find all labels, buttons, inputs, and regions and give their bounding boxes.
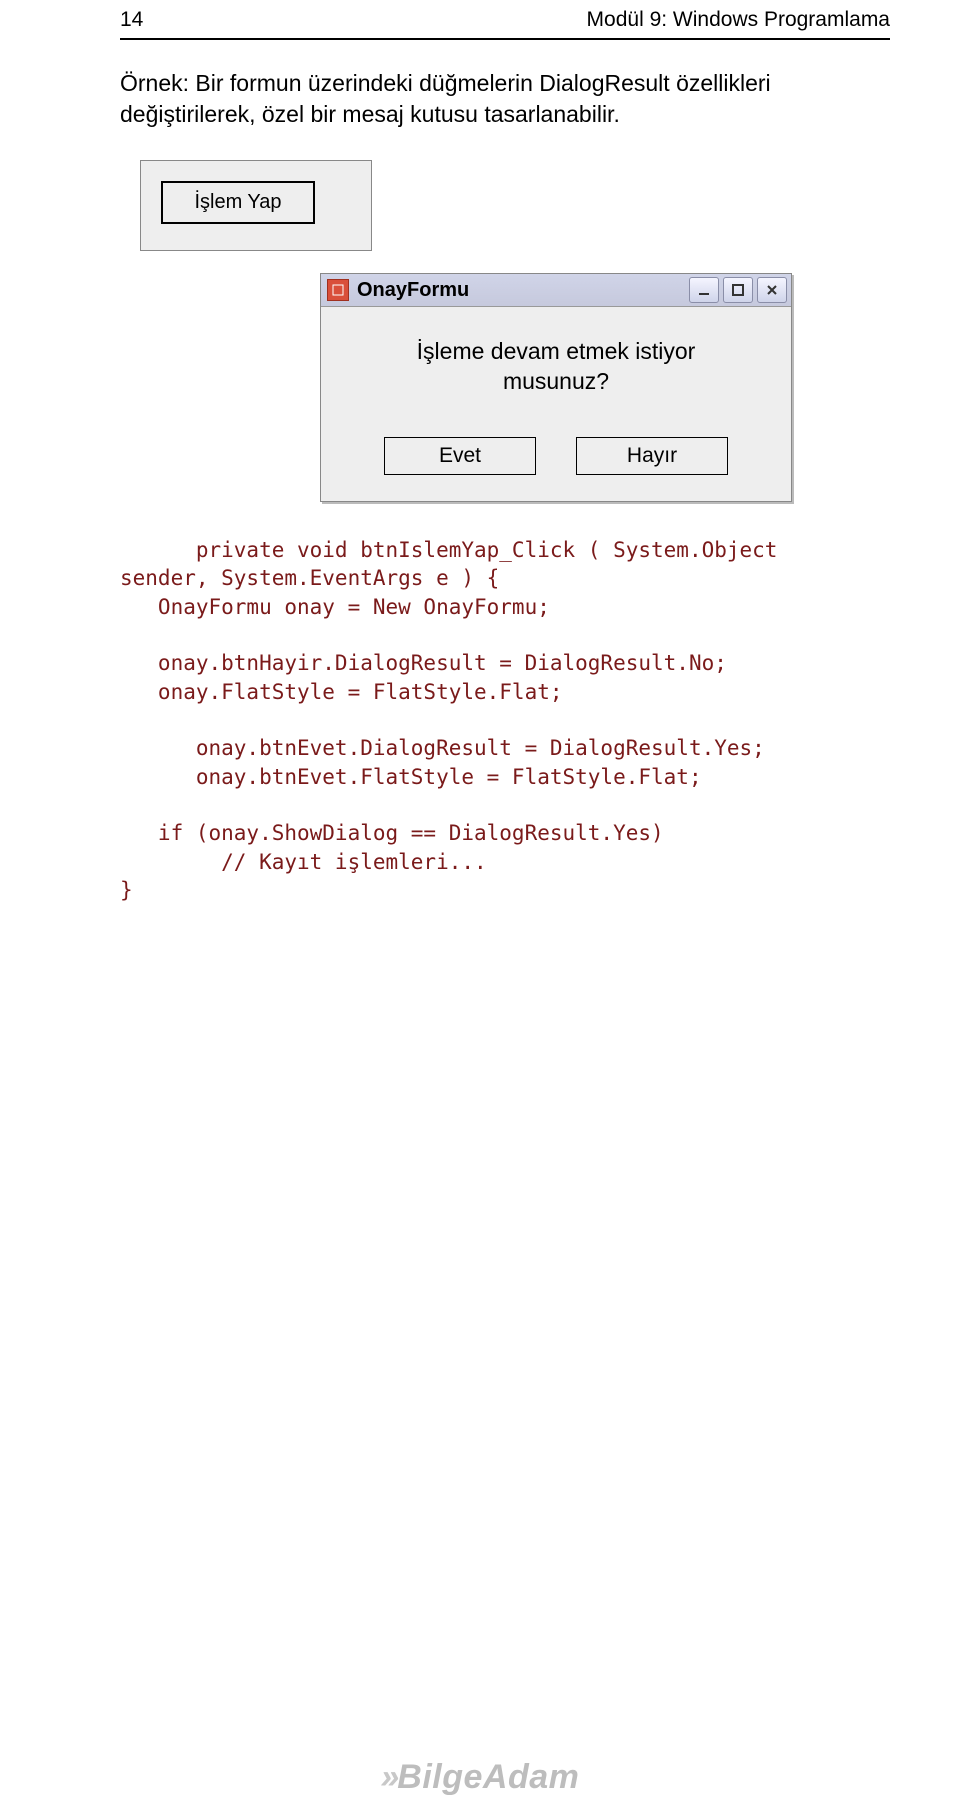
footer-logo: ››BilgeAdam <box>0 1758 960 1797</box>
figure: İşlem Yap OnayFormu <box>120 160 890 502</box>
footer-brand-text: BilgeAdam <box>397 1758 579 1796</box>
maximize-icon[interactable] <box>723 277 753 303</box>
dialog-message: İşleme devam etmek istiyor musunuz? <box>351 337 761 397</box>
minimize-icon[interactable] <box>689 277 719 303</box>
islem-yap-button[interactable]: İşlem Yap <box>161 181 315 224</box>
hayir-button[interactable]: Hayır <box>576 437 728 475</box>
dialog-title: OnayFormu <box>357 279 689 302</box>
code-line: onay.btnEvet.FlatStyle = FlatStyle.Flat; <box>120 765 702 789</box>
code-block: private void btnIslemYap_Click ( System.… <box>120 536 890 904</box>
dialog-window: OnayFormu İşleme devam etmek istiyor <box>320 273 792 502</box>
dialog-message-line2: musunuz? <box>503 368 609 394</box>
code-line: // Kayıt işlemleri... <box>120 850 487 874</box>
code-line: if (onay.ShowDialog == DialogResult.Yes) <box>120 821 664 845</box>
code-line: OnayFormu onay = New OnayFormu; <box>120 595 550 619</box>
close-icon[interactable] <box>757 277 787 303</box>
titlebar: OnayFormu <box>321 274 791 307</box>
dialog-message-line1: İşleme devam etmek istiyor <box>417 338 696 364</box>
logo-arrow-icon: ›› <box>381 1758 396 1796</box>
app-icon <box>327 279 349 301</box>
window-fragment: İşlem Yap <box>140 160 372 251</box>
code-line: } <box>120 878 133 902</box>
dialog-body: İşleme devam etmek istiyor musunuz? Evet… <box>321 307 791 501</box>
code-line: onay.FlatStyle = FlatStyle.Flat; <box>120 680 563 704</box>
page-number: 14 <box>120 8 143 32</box>
code-line: sender, System.EventArgs e ) { <box>120 566 499 590</box>
header-title: Modül 9: Windows Programlama <box>587 8 890 32</box>
header-rule <box>120 38 890 40</box>
code-line: private void btnIslemYap_Click ( System.… <box>120 538 777 562</box>
evet-button[interactable]: Evet <box>384 437 536 475</box>
code-line: onay.btnHayir.DialogResult = DialogResul… <box>120 651 727 675</box>
intro-paragraph: Örnek: Bir formun üzerindeki düğmelerin … <box>120 68 890 130</box>
code-line: onay.btnEvet.DialogResult = DialogResult… <box>120 736 765 760</box>
